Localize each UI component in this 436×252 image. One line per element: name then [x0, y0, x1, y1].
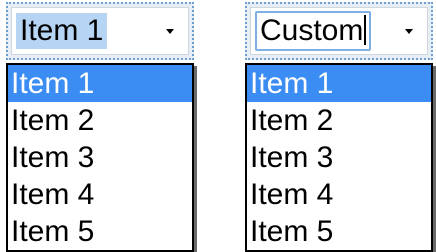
list-item-5[interactable]: Item 5	[247, 213, 431, 250]
chevron-down-icon	[166, 28, 174, 34]
list-item-4[interactable]: Item 4	[8, 176, 192, 213]
combo-inner: Item 1	[11, 7, 189, 55]
list-item-5[interactable]: Item 5	[8, 213, 192, 250]
text-cursor	[364, 15, 367, 46]
combo-edit-field[interactable]: Custom	[255, 11, 372, 51]
combo-box-left[interactable]: Item 1 Item 1 Item 2 Item 3 Item 4 Item …	[6, 2, 194, 252]
combo-field[interactable]: Custom	[245, 2, 433, 60]
dropdown-list: Item 1 Item 2 Item 3 Item 4 Item 5	[6, 63, 194, 252]
combo-field[interactable]: Item 1	[6, 2, 194, 60]
list-item-4[interactable]: Item 4	[247, 176, 431, 213]
combo-selected-value: Item 1	[16, 13, 108, 49]
list-item-2[interactable]: Item 2	[247, 102, 431, 139]
dropdown-button[interactable]	[394, 13, 424, 49]
chevron-down-icon	[405, 28, 413, 34]
dropdown-list: Item 1 Item 2 Item 3 Item 4 Item 5	[245, 63, 433, 252]
dropdown-button[interactable]	[155, 13, 185, 49]
combo-edit-text: Custom	[260, 14, 364, 47]
combo-inner: Custom	[250, 7, 428, 55]
list-item-3[interactable]: Item 3	[8, 139, 192, 176]
list-item-2[interactable]: Item 2	[8, 102, 192, 139]
list-item-1[interactable]: Item 1	[247, 65, 431, 102]
combo-box-right[interactable]: Custom Item 1 Item 2 Item 3 Item 4 Item …	[245, 2, 433, 252]
list-item-3[interactable]: Item 3	[247, 139, 431, 176]
list-item-1[interactable]: Item 1	[8, 65, 192, 102]
